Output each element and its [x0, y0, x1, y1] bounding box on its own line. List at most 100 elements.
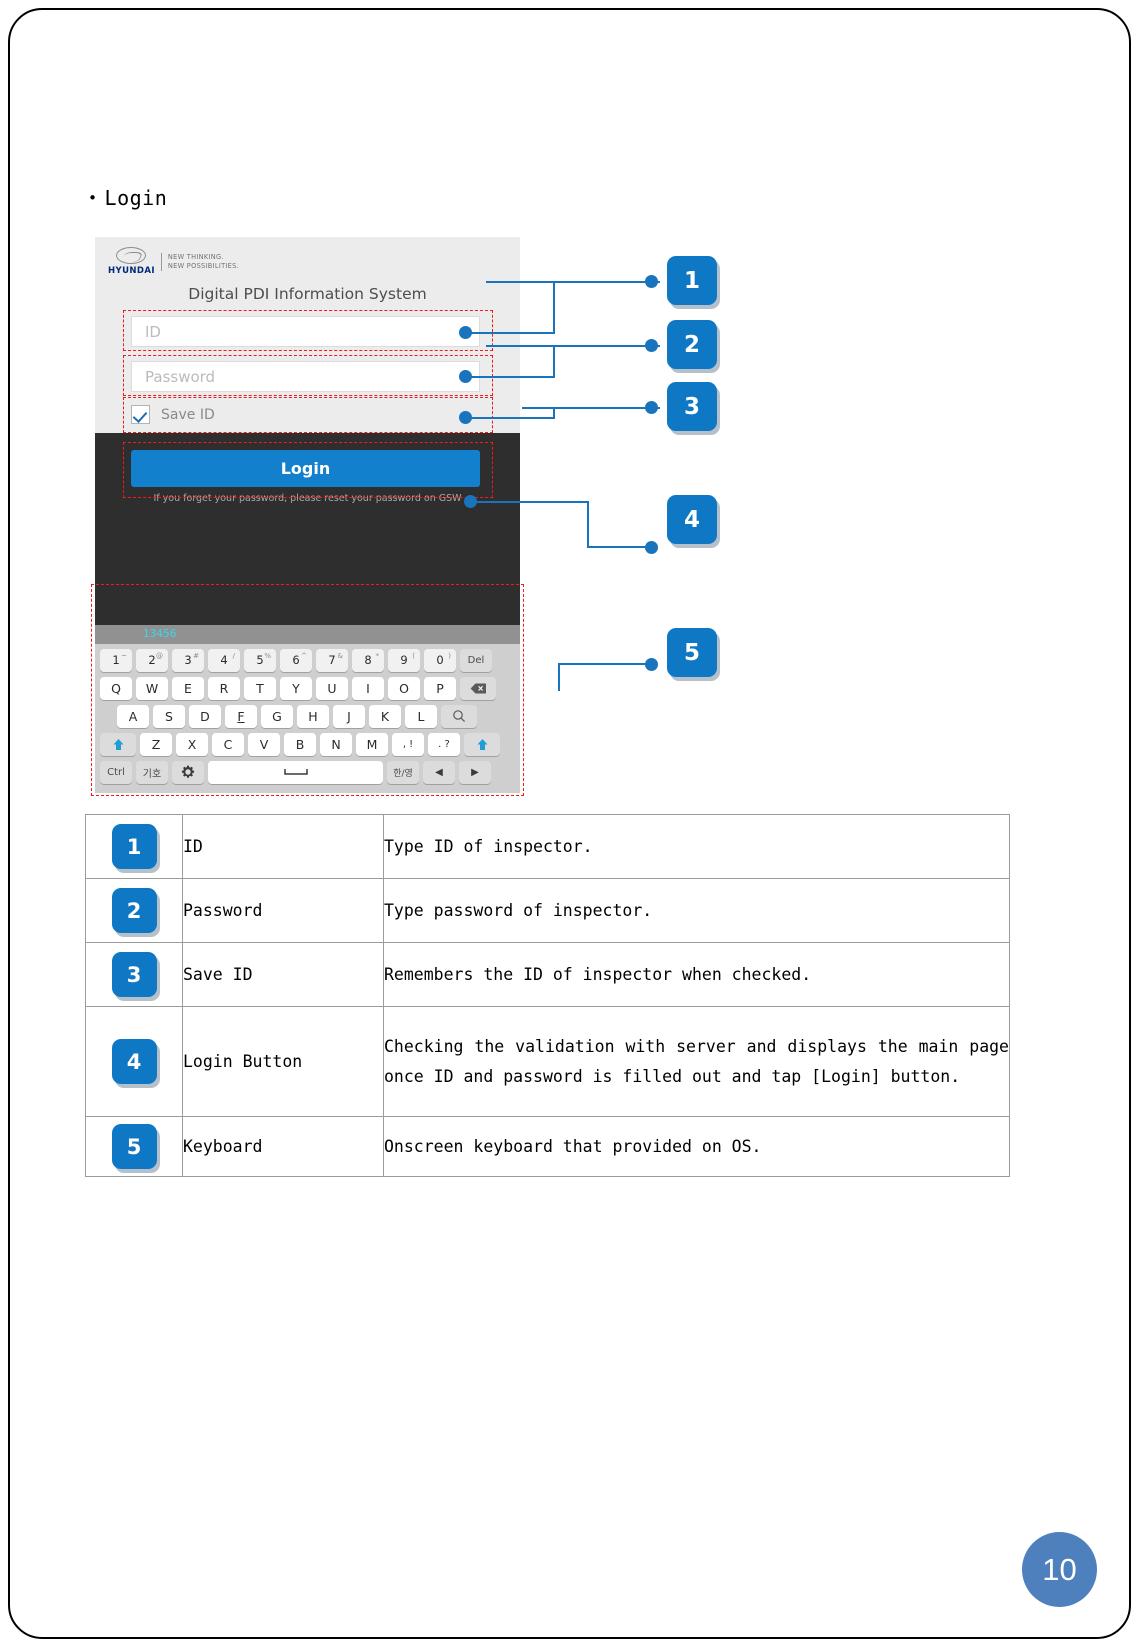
save-id-checkbox[interactable] — [131, 405, 150, 424]
space-bar-glyph — [283, 769, 308, 775]
callout-2-line-c — [465, 376, 555, 378]
key-f[interactable]: F — [225, 704, 257, 728]
callout-5: 5 — [667, 628, 717, 677]
key-u[interactable]: U — [316, 676, 348, 700]
callout-4-line-a — [470, 501, 589, 503]
id-input[interactable]: ID — [131, 316, 480, 347]
arrow-right-icon[interactable]: ▶ — [459, 760, 491, 784]
key-a[interactable]: A — [117, 704, 149, 728]
table-cell-description: Type ID of inspector. — [383, 814, 1010, 879]
key-1[interactable]: 1 ~ — [100, 648, 132, 672]
key-f-label: F — [237, 708, 245, 724]
table-cell-number: 4 — [85, 1006, 183, 1117]
key-period[interactable]: . ? — [428, 732, 460, 756]
key-h[interactable]: H — [297, 704, 329, 728]
key-8-sup: * — [375, 651, 380, 660]
callout-4-dot-target — [464, 495, 477, 508]
search-glyph — [453, 710, 466, 723]
callout-1-line-c — [465, 332, 555, 334]
key-p[interactable]: P — [424, 676, 456, 700]
login-button[interactable]: Login — [131, 450, 480, 487]
save-id-row[interactable]: Save ID — [131, 405, 215, 424]
key-5[interactable]: 5% — [244, 648, 276, 672]
key-symbol[interactable]: 기호 — [136, 760, 168, 784]
key-6-label: 6 — [292, 653, 300, 667]
key-k[interactable]: K — [369, 704, 401, 728]
page-title-label: Login — [104, 186, 168, 210]
forgot-password-note: If you forget your password, please rese… — [153, 493, 462, 504]
key-c[interactable]: C — [212, 732, 244, 756]
key-r[interactable]: R — [208, 676, 240, 700]
callout-1-dot-end — [645, 275, 658, 288]
key-x[interactable]: X — [176, 732, 208, 756]
key-l[interactable]: L — [405, 704, 437, 728]
key-9-sup: ( — [412, 651, 415, 660]
backspace-icon[interactable] — [460, 676, 496, 700]
table-cell-number: 3 — [85, 942, 183, 1007]
key-i[interactable]: I — [352, 676, 384, 700]
keyboard-row-4: Ctrl 기호 한/영 ◀ ▶ — [95, 759, 520, 785]
hyundai-logo-mark: HYUNDAI — [108, 247, 155, 276]
gear-icon[interactable] — [172, 760, 204, 784]
key-comma[interactable]: , ! — [392, 732, 424, 756]
save-id-label: Save ID — [161, 406, 215, 423]
key-y[interactable]: Y — [280, 676, 312, 700]
id-input-placeholder: ID — [145, 322, 161, 341]
hyundai-wordmark: HYUNDAI — [108, 266, 155, 276]
table-row: 2 Password Type password of inspector. — [85, 878, 1010, 943]
key-7[interactable]: 7 & — [316, 648, 348, 672]
callout-1-line-b — [553, 281, 555, 333]
table-cell-number: 1 — [85, 814, 183, 879]
key-6[interactable]: 6 ^ — [280, 648, 312, 672]
key-z[interactable]: Z — [140, 732, 172, 756]
key-s[interactable]: S — [153, 704, 185, 728]
key-o[interactable]: O — [388, 676, 420, 700]
key-w[interactable]: W — [136, 676, 168, 700]
key-t[interactable]: T — [244, 676, 276, 700]
search-icon[interactable] — [441, 704, 477, 728]
device-screenshot: HYUNDAI NEW THINKING. NEW POSSIBILITIES.… — [95, 237, 520, 793]
table-row: 3 Save ID Remembers the ID of inspector … — [85, 942, 1010, 1007]
arrow-left-icon[interactable]: ◀ — [423, 760, 455, 784]
key-m[interactable]: M — [356, 732, 388, 756]
key-7-label: 7 — [328, 653, 336, 667]
key-8[interactable]: 8 * — [352, 648, 384, 672]
key-4[interactable]: 4/ — [208, 648, 240, 672]
key-space[interactable] — [208, 760, 383, 784]
key-1-sup: ~ — [121, 651, 127, 660]
key-language-toggle[interactable]: 한/영 — [387, 760, 419, 784]
callout-3-dot-end — [645, 401, 658, 414]
key-v[interactable]: V — [248, 732, 280, 756]
page-number-badge: 10 — [1022, 1532, 1097, 1607]
callout-5-line-a — [558, 663, 560, 691]
key-2[interactable]: 2 @ — [136, 648, 168, 672]
key-9[interactable]: 9( — [388, 648, 420, 672]
table-cell-number: 5 — [85, 1116, 183, 1177]
key-0[interactable]: 0) — [424, 648, 456, 672]
key-2-label: 2 — [148, 653, 156, 667]
key-3[interactable]: 3 # — [172, 648, 204, 672]
key-n[interactable]: N — [320, 732, 352, 756]
backspace-glyph — [470, 683, 486, 693]
key-delete[interactable]: Del — [460, 648, 492, 672]
key-4-sup: / — [232, 651, 235, 660]
shift-right-icon[interactable] — [464, 732, 500, 756]
keyboard-suggestion-text[interactable]: 13456 — [143, 628, 176, 640]
key-e[interactable]: E — [172, 676, 204, 700]
key-b[interactable]: B — [284, 732, 316, 756]
shift-left-icon[interactable] — [100, 732, 136, 756]
key-8-label: 8 — [364, 653, 372, 667]
callout-1: 1 — [667, 256, 717, 305]
key-ctrl[interactable]: Ctrl — [100, 760, 132, 784]
key-5-label: 5 — [256, 653, 264, 667]
shift-arrow-glyph — [113, 738, 123, 750]
onscreen-keyboard[interactable]: 13456 1 ~ 2 @ 3 # 4/ 5% 6 ^ 7 & 8 * 9( 0) Del … — [95, 625, 520, 793]
password-input[interactable]: Password — [131, 361, 480, 392]
hyundai-logo: HYUNDAI NEW THINKING. NEW POSSIBILITIES. — [108, 247, 239, 276]
key-g[interactable]: G — [261, 704, 293, 728]
callout-3: 3 — [667, 382, 717, 431]
key-j[interactable]: J — [333, 704, 365, 728]
key-q[interactable]: Q — [100, 676, 132, 700]
keyboard-row-2: A S D F G H J K L — [95, 703, 520, 729]
key-d[interactable]: D — [189, 704, 221, 728]
